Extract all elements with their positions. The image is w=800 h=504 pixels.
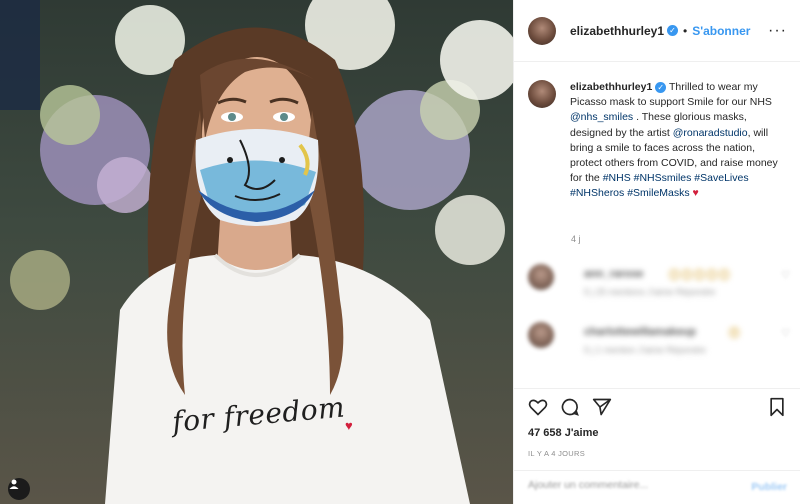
comment-text: 😍 [728,326,741,340]
post-photo[interactable]: for freedom ♥ [0,0,513,504]
caption-avatar[interactable] [528,80,556,108]
comment-like-icon[interactable]: ♡ [781,328,790,339]
comment-input[interactable] [528,479,728,491]
comment-item: charlottewillamakeup 😍 5 j 1 mention J'a… [528,320,790,360]
comment-meta: 5 j 1 mention J'aime Répondre [584,345,706,355]
more-options-icon[interactable]: ··· [768,22,787,40]
header-separator: • [683,23,688,38]
comment-meta: 5 j 25 mentions J'aime Répondre [584,287,716,297]
author-username[interactable]: elizabethhurley1 [570,24,664,38]
post-sidebar: elizabethhurley1 ✓ • S'abonner ··· eliza… [513,0,800,504]
comment-avatar[interactable] [528,322,554,348]
caption-age: 4 j [571,234,581,244]
mention-link[interactable]: @ronaradstudio [673,127,748,139]
comment-avatar[interactable] [528,264,554,290]
heart-emoji-icon: ♥ [692,187,699,200]
share-icon[interactable] [592,397,612,422]
add-comment-bar: Publier [514,470,800,504]
shirt-heart-icon: ♥ [345,418,353,433]
caption-username[interactable]: elizabethhurley1 [570,81,652,93]
comment-text: 😊😊😊😊😊 [668,268,731,282]
bookmark-icon[interactable] [767,397,787,422]
likes-count[interactable]: 47 658 J'aime [528,427,599,439]
comment-icon[interactable] [560,397,580,422]
heart-icon[interactable] [528,397,548,422]
post-date: IL Y A 4 JOURS [528,449,586,458]
comment-item: ann_rarose 😊😊😊😊😊 5 j 25 mentions J'aime … [528,262,790,302]
mention-link[interactable]: @nhs_smiles [570,111,633,123]
comment-username[interactable]: charlottewillamakeup [584,326,696,338]
caption: elizabethhurley1 ✓ Thrilled to wear my Pi… [528,80,790,202]
caption-text: elizabethhurley1 ✓ Thrilled to wear my Pi… [570,80,790,202]
comment-like-icon[interactable]: ♡ [781,270,790,281]
comment-username[interactable]: ann_rarose [584,268,643,280]
post-header: elizabethhurley1 ✓ • S'abonner ··· [514,0,800,62]
instagram-post: for freedom ♥ elizabethhurley1 ✓ • S'abo… [0,0,800,504]
verified-badge-icon: ✓ [667,25,679,36]
caption-verified-badge-icon: ✓ [655,82,667,94]
user-tag-icon[interactable] [8,478,30,500]
publish-button[interactable]: Publier [751,481,787,493]
author-avatar[interactable] [528,16,556,45]
follow-button[interactable]: S'abonner [692,24,750,38]
action-bar [514,388,800,424]
